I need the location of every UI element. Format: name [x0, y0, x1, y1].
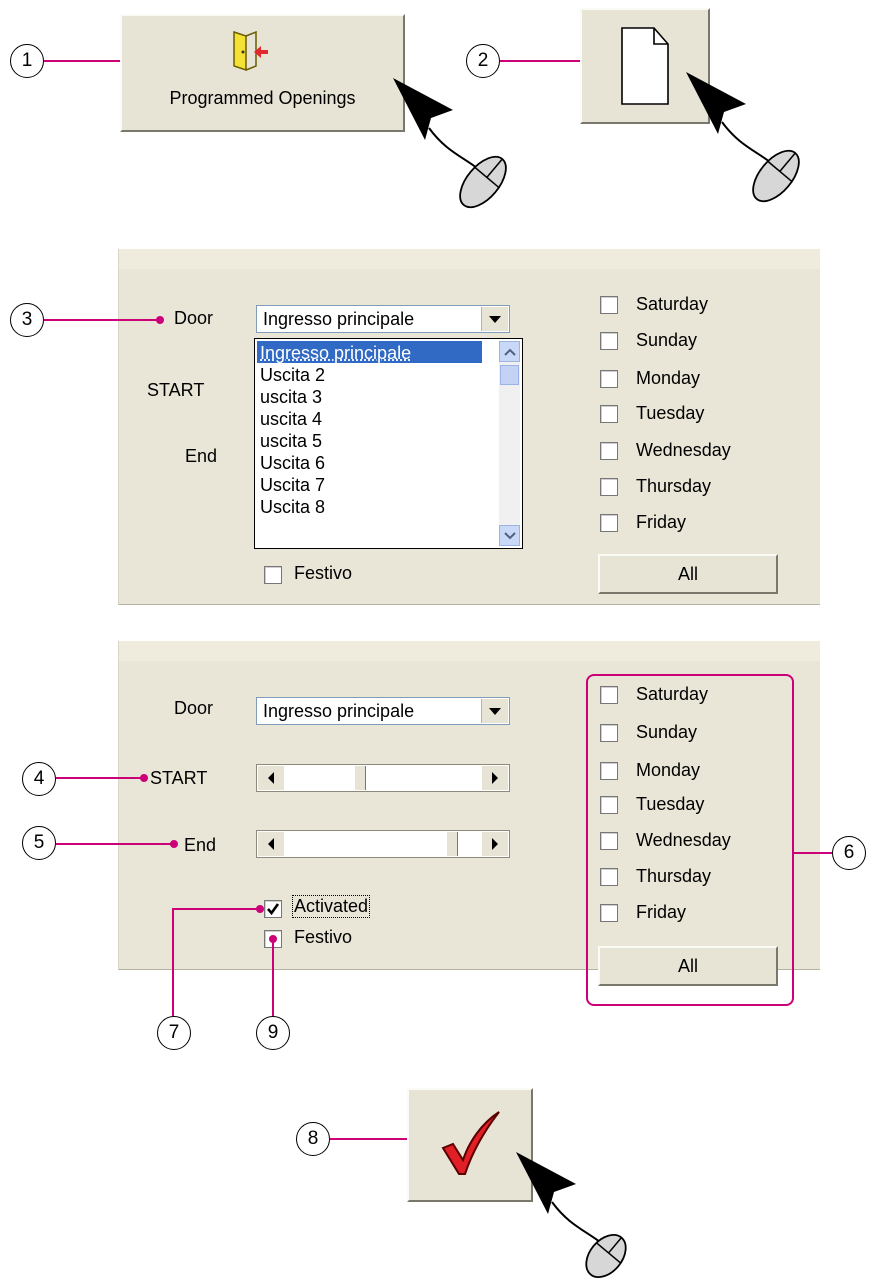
door-option[interactable]: uscita 4	[260, 408, 322, 430]
days-highlight-box	[586, 674, 794, 1006]
door-combobox[interactable]: Ingresso principale	[256, 697, 510, 725]
slider-right-arrow-icon[interactable]	[482, 832, 508, 856]
start-label: START	[150, 768, 208, 788]
slider-right-arrow-icon[interactable]	[482, 766, 508, 790]
callout-5: 5	[22, 826, 56, 860]
door-option[interactable]: Ingresso principale	[260, 342, 411, 364]
door-option[interactable]: Uscita 8	[260, 496, 325, 518]
day-checkbox[interactable]	[600, 405, 618, 423]
door-label: Door	[174, 698, 214, 718]
festivo-label: Festivo	[294, 563, 353, 583]
slider-left-arrow-icon[interactable]	[258, 832, 284, 856]
slider-left-arrow-icon[interactable]	[258, 766, 284, 790]
mouse-cursor-icon	[686, 72, 800, 203]
day-checkbox[interactable]	[600, 296, 618, 314]
dropdown-scrollbar[interactable]	[499, 341, 520, 546]
all-days-button[interactable]: All	[598, 554, 778, 594]
callout-6-leader	[794, 852, 832, 854]
scroll-thumb[interactable]	[500, 365, 519, 385]
new-document-icon	[621, 27, 669, 105]
day-label: Sunday	[636, 330, 698, 350]
checkmark-icon	[267, 903, 280, 916]
callout-2: 2	[466, 44, 500, 78]
festivo-label: Festivo	[294, 927, 353, 947]
day-checkbox[interactable]	[600, 332, 618, 350]
start-time-slider[interactable]	[256, 764, 510, 792]
callout-1: 1	[10, 44, 44, 78]
day-checkbox[interactable]	[600, 514, 618, 532]
slider-thumb[interactable]	[354, 766, 366, 790]
callout-4-dot	[140, 774, 148, 782]
day-checkbox[interactable]	[600, 478, 618, 496]
callout-3: 3	[10, 303, 44, 337]
panel-header-strip	[119, 641, 820, 661]
door-exit-icon	[233, 30, 268, 72]
day-label: Wednesday	[636, 440, 731, 460]
day-checkbox[interactable]	[600, 370, 618, 388]
programmed-openings-button[interactable]: Programmed Openings	[120, 14, 405, 132]
scroll-down-icon[interactable]	[499, 525, 520, 546]
day-label: Monday	[636, 368, 701, 388]
callout-9-leader	[272, 940, 274, 1016]
callout-7: 7	[157, 1016, 191, 1050]
door-option[interactable]: Uscita 7	[260, 474, 325, 496]
callout-4: 4	[22, 762, 56, 796]
callout-7-leader	[174, 908, 260, 910]
door-combobox[interactable]: Ingresso principale	[256, 305, 510, 333]
day-label: Friday	[636, 512, 687, 532]
start-label: START	[147, 380, 205, 400]
chevron-down-icon[interactable]	[481, 699, 508, 723]
day-label: Tuesday	[636, 403, 705, 423]
chevron-down-icon[interactable]	[481, 307, 508, 331]
door-option[interactable]: Uscita 2	[260, 364, 325, 386]
callout-7-leader	[172, 908, 174, 1016]
callout-8: 8	[296, 1122, 330, 1156]
scroll-up-icon[interactable]	[499, 341, 520, 362]
door-combobox-value: Ingresso principale	[263, 701, 415, 721]
festivo-checkbox[interactable]	[264, 566, 282, 584]
door-dropdown-list[interactable]: Ingresso principale Uscita 2 uscita 3 us…	[254, 338, 523, 549]
callout-4-leader	[56, 777, 146, 779]
callout-5-leader	[56, 843, 174, 845]
end-label: End	[185, 446, 218, 466]
end-time-slider[interactable]	[256, 830, 510, 858]
red-checkmark-icon	[441, 1111, 500, 1175]
day-label: Saturday	[636, 294, 709, 314]
callout-6: 6	[832, 836, 866, 870]
callout-5-dot	[170, 840, 178, 848]
mouse-cursor-icon	[393, 78, 507, 209]
panel-header-strip	[119, 249, 820, 269]
day-checkbox[interactable]	[600, 442, 618, 460]
programmed-openings-label: Programmed Openings	[169, 88, 356, 108]
door-combobox-value: Ingresso principale	[263, 309, 415, 329]
day-label: Thursday	[636, 476, 712, 496]
end-label: End	[184, 835, 217, 855]
callout-3-dot	[156, 316, 164, 324]
callout-9: 9	[256, 1016, 290, 1050]
callout-3-leader	[44, 319, 158, 321]
door-label: Door	[174, 308, 214, 328]
door-option[interactable]: uscita 5	[260, 430, 322, 452]
slider-thumb[interactable]	[446, 832, 458, 856]
door-option[interactable]: uscita 3	[260, 386, 322, 408]
door-option[interactable]: Uscita 6	[260, 452, 325, 474]
activated-checkbox[interactable]	[264, 900, 282, 918]
activated-label: Activated	[291, 895, 371, 918]
mouse-cursor-icon	[516, 1152, 627, 1278]
